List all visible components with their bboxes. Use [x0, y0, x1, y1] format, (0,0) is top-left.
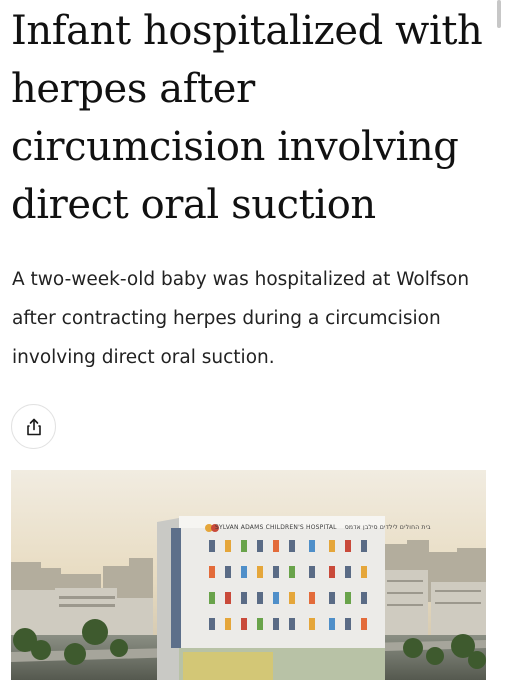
- article-hero-image: SYLVAN ADAMS CHILDREN'S HOSPITAL בית החו…: [11, 470, 486, 680]
- building-sign: SYLVAN ADAMS CHILDREN'S HOSPITAL בית החו…: [215, 524, 431, 531]
- building-sign-english: SYLVAN ADAMS CHILDREN'S HOSPITAL: [215, 524, 337, 531]
- building-sign-hebrew: בית החולים לילדים סילבן אדמס: [344, 524, 431, 531]
- article-headline: Infant hospitalized with herpes after ci…: [11, 8, 483, 228]
- article-subtitle: A two-week-old baby was hospitalized at …: [12, 269, 470, 368]
- share-icon: [24, 417, 44, 437]
- scrollbar[interactable]: [497, 0, 501, 28]
- share-button[interactable]: [11, 404, 56, 449]
- article: Infant hospitalized with herpes after ci…: [0, 0, 505, 680]
